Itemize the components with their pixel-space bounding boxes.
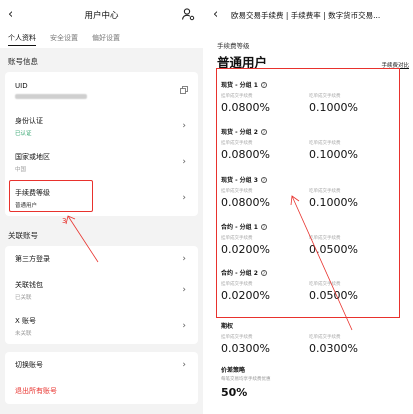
annotation-arrow-right xyxy=(290,195,353,331)
annotation-arrow-left xyxy=(65,215,99,263)
fee-rate-panel: ‹ 欧易交易手续费 | 手续费率 | 数字货币交易... 手续费等级 普通用户 … xyxy=(207,0,413,414)
user-center-panel: ‹ 用户中心 个人资料 安全设置 偏好设置 账号信息 UID 身份认证 已认证 … xyxy=(0,0,203,414)
